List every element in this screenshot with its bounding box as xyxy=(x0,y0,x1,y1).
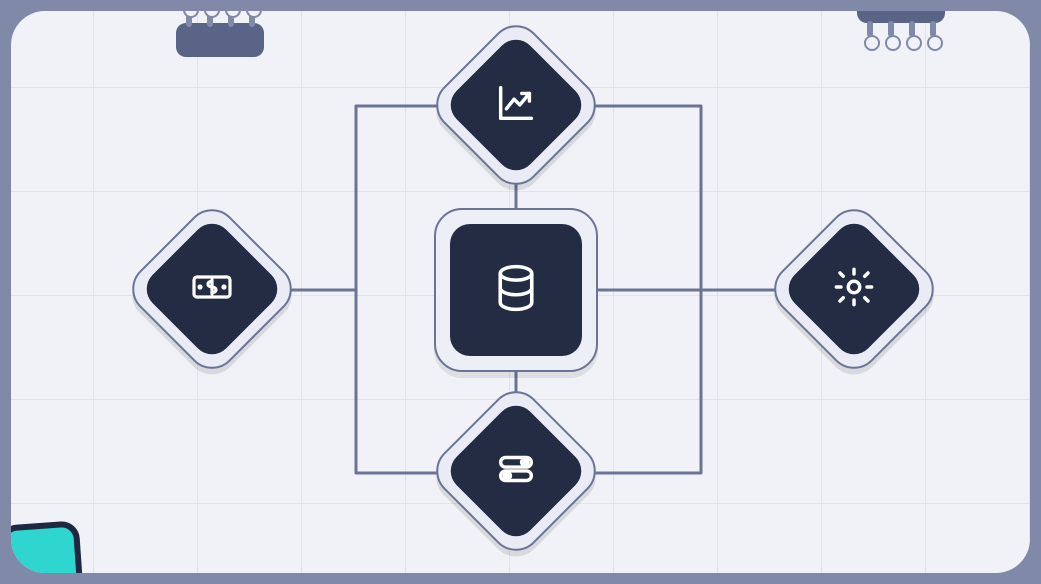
sliders-icon xyxy=(493,446,539,497)
center-node xyxy=(434,208,598,372)
database-icon xyxy=(489,261,543,320)
money-icon xyxy=(188,263,236,316)
chart-line-icon xyxy=(493,80,539,131)
gear-icon xyxy=(831,264,877,315)
diagram-panel xyxy=(11,11,1030,573)
